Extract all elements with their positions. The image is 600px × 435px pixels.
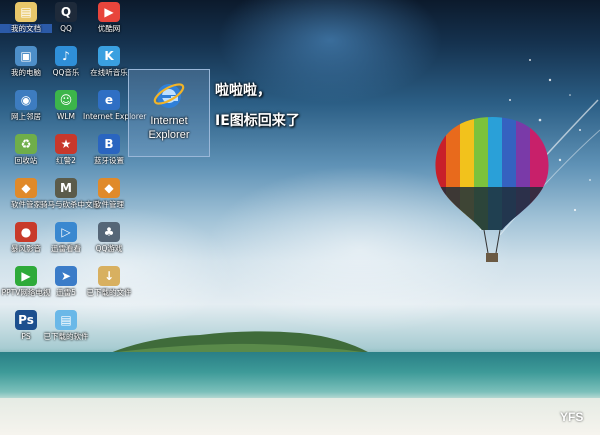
beach bbox=[0, 398, 600, 435]
folder-icon: ▤ bbox=[55, 310, 77, 330]
caption-line2: IE图标回来了 bbox=[215, 113, 300, 129]
computer-icon: ▣ bbox=[15, 46, 37, 66]
selected-internet-explorer-icon[interactable]: Internet Explorer bbox=[128, 69, 210, 157]
sea bbox=[0, 352, 600, 402]
mw-icon: M bbox=[55, 178, 77, 198]
desktop-icon-qqgame[interactable]: ♣ QQ游戏 bbox=[83, 222, 135, 253]
selected-icon-label-line2: Explorer bbox=[148, 129, 190, 141]
internet-explorer-icon: e bbox=[98, 90, 120, 110]
storm-icon: ● bbox=[15, 222, 37, 242]
star-icon: ★ bbox=[55, 134, 77, 154]
play-icon: ▶ bbox=[15, 266, 37, 286]
desktop-icon-label: 已下载的软件 bbox=[43, 332, 89, 341]
desktop-icon-downloads[interactable]: ↓ 已下载的文件 bbox=[83, 266, 135, 297]
desktop-icon-label: 优酷网 bbox=[97, 24, 121, 33]
xl-icon: ▷ bbox=[55, 222, 77, 242]
desktop-icon-label: 软件管理 bbox=[94, 200, 124, 209]
play-icon: ▶ bbox=[98, 2, 120, 22]
app-icon: ◆ bbox=[98, 178, 120, 198]
internet-explorer-icon bbox=[153, 83, 185, 108]
app-icon: ◆ bbox=[15, 178, 37, 198]
desktop-icon-downfolder[interactable]: ▤ 已下载的软件 bbox=[40, 310, 92, 341]
game-icon: ♣ bbox=[98, 222, 120, 242]
watermark: YFS bbox=[560, 410, 584, 424]
island bbox=[110, 331, 370, 353]
penguin-icon: Q bbox=[55, 2, 77, 22]
folder-documents-icon: ▤ bbox=[15, 2, 37, 22]
network-icon: ◉ bbox=[15, 90, 37, 110]
selected-icon-label-line1: Internet bbox=[150, 115, 188, 127]
k-icon: K bbox=[98, 46, 120, 66]
selected-icon-label: Internet Explorer bbox=[129, 114, 209, 142]
desktop-icon-youku[interactable]: ▶ 优酷网 bbox=[83, 2, 135, 33]
desktop-icon-label: 蓝牙设置 bbox=[94, 156, 124, 165]
messenger-icon: ☺ bbox=[55, 90, 77, 110]
music-icon: ♪ bbox=[55, 46, 77, 66]
recycle-bin-icon: ♻ bbox=[15, 134, 37, 154]
caption-line1: 啦啦啦， bbox=[215, 83, 271, 99]
ps-icon: Ps bbox=[15, 310, 37, 330]
hot-air-balloon bbox=[435, 117, 549, 262]
bluetooth-icon: B bbox=[98, 134, 120, 154]
xunlei-icon: ➤ bbox=[55, 266, 77, 286]
desktop-icon-label: 已下载的文件 bbox=[86, 288, 132, 297]
desktop-icon-label: QQ游戏 bbox=[95, 244, 123, 253]
download-icon: ↓ bbox=[98, 266, 120, 286]
desktop-icon-soft2[interactable]: ◆ 软件管理 bbox=[83, 178, 135, 209]
